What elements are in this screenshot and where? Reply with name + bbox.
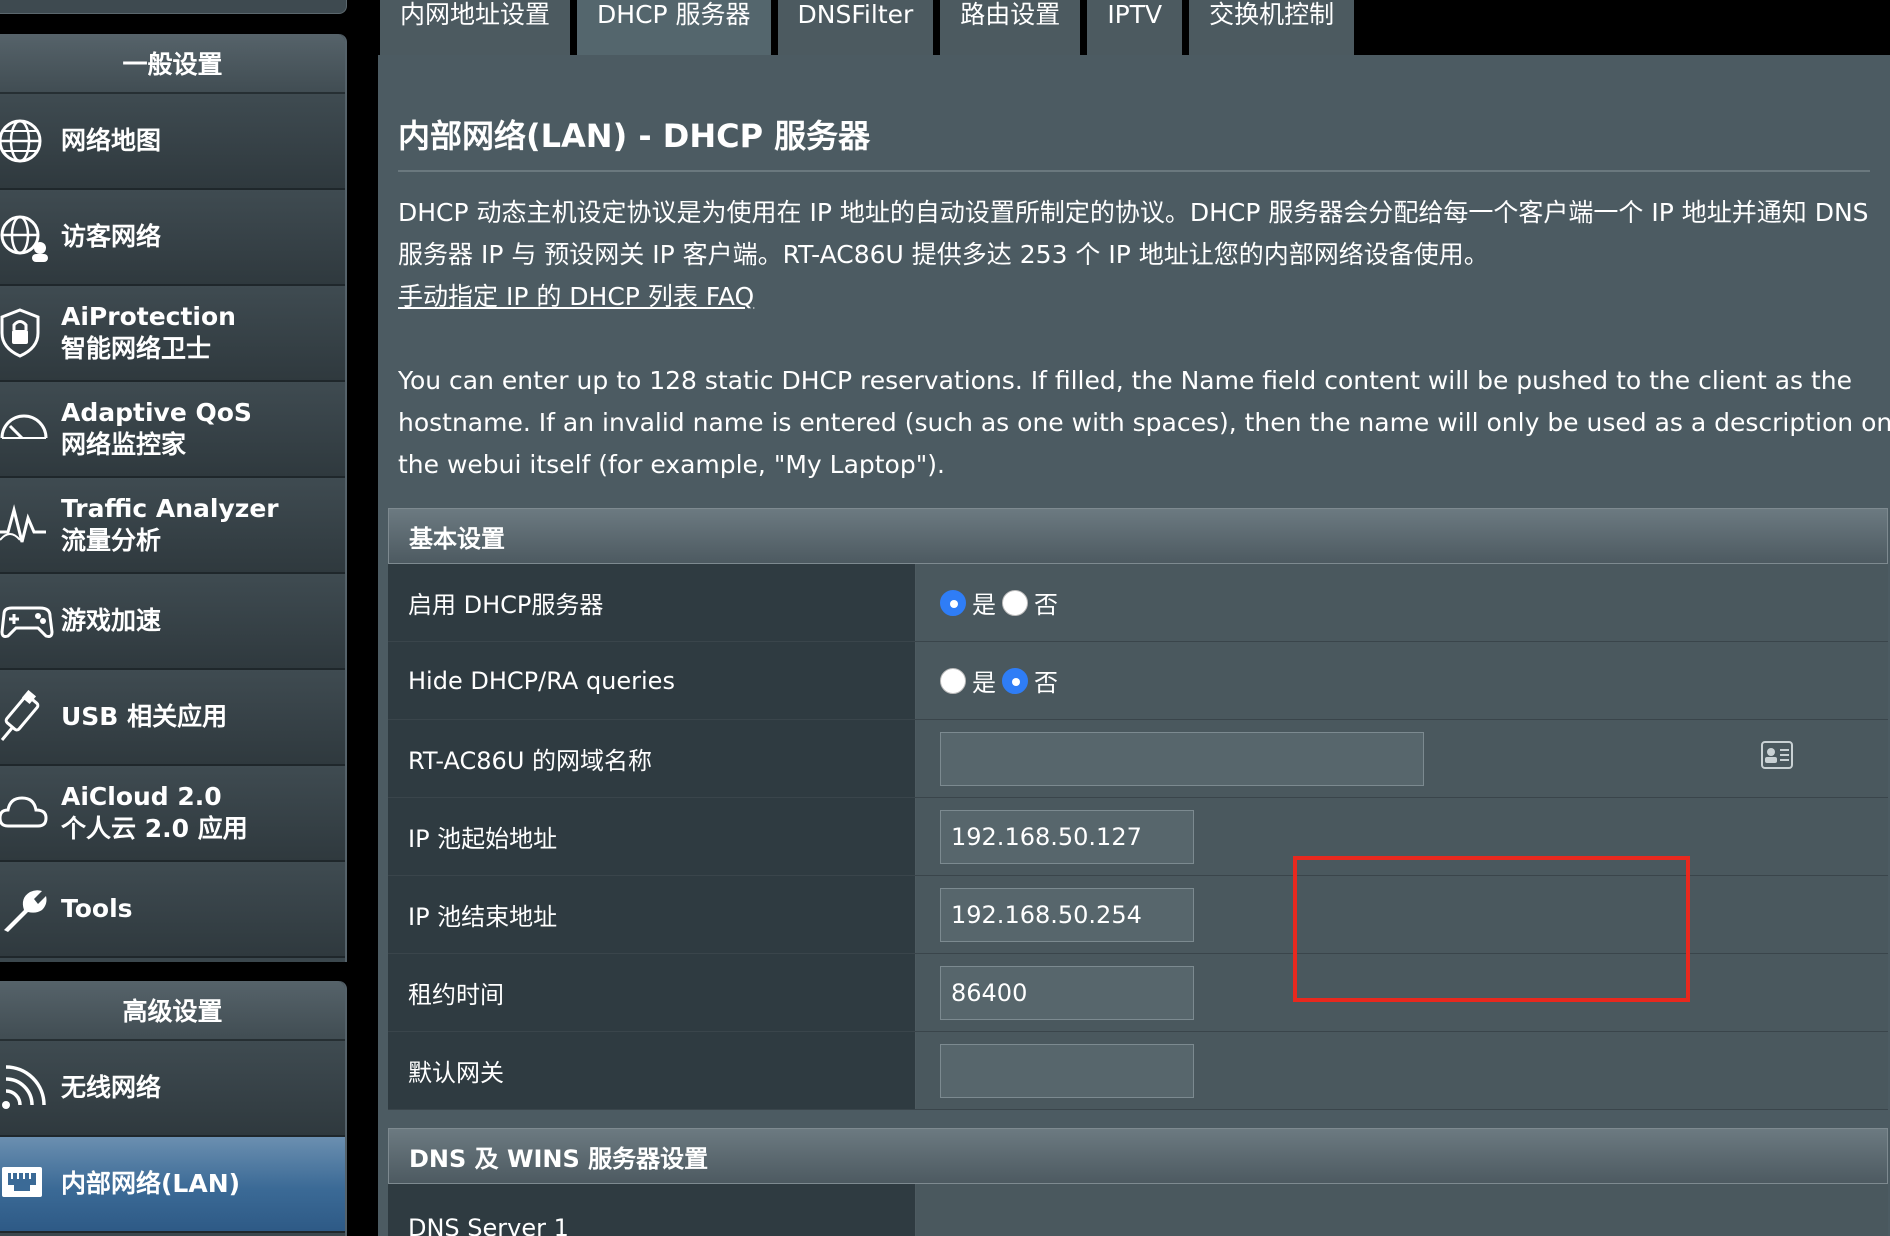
domain-name-input[interactable] (940, 731, 1424, 786)
advanced-settings-header: 高级设置 (0, 981, 345, 1041)
sidebar-item-aicloud[interactable]: AiCloud 2.0 个人云 2.0 应用 (0, 766, 345, 862)
enable-dhcp-yes-radio[interactable]: 是 (940, 585, 996, 620)
sidebar-item-game-boost[interactable]: 游戏加速 (0, 574, 345, 670)
general-settings-group: 一般设置 网络地图 访客网络 AiProtection 智能网络卫士 Adapt… (0, 34, 347, 962)
sidebar-item-label: 网络地图 (61, 126, 162, 155)
tab-route[interactable]: 路由设置 (940, 0, 1081, 55)
sidebar: 一般设置 网络地图 访客网络 AiProtection 智能网络卫士 Adapt… (0, 0, 347, 1236)
table-row: 租约时间 86400 (388, 954, 1888, 1032)
sidebar-item-sublabel: 网络监控家 (61, 430, 187, 459)
ip-pool-end-input[interactable]: 192.168.50.254 (940, 887, 1194, 942)
advanced-settings-group: 高级设置 无线网络 内部网络(LAN) (0, 981, 347, 1236)
wifi-icon (2, 1065, 46, 1109)
tab-bar: 内网地址设置 DHCP 服务器 DNSFilter 路由设置 IPTV 交换机控… (380, 0, 1355, 55)
shield-lock-icon (0, 308, 40, 358)
sidebar-item-traffic-analyzer[interactable]: Traffic Analyzer 流量分析 (0, 478, 345, 574)
sidebar-item-label: 无线网络 (61, 1073, 162, 1102)
table-row: RT-AC86U 的网域名称 (388, 720, 1888, 798)
radio-unselected[interactable] (940, 667, 966, 694)
sidebar-item-usb-apps[interactable]: USB 相关应用 (0, 670, 345, 766)
sidebar-item-label: 游戏加速 (61, 606, 162, 635)
tab-switch-control[interactable]: 交换机控制 (1189, 0, 1355, 55)
main-content: 内部网络(LAN) - DHCP 服务器 DHCP 动态主机设定协议是为使用在 … (378, 55, 1890, 1236)
traffic-wave-icon (0, 504, 46, 543)
sidebar-item-guest-network[interactable]: 访客网络 (0, 190, 345, 286)
table-row: DNS Server 1 (388, 1184, 1888, 1236)
radio-selected[interactable] (940, 589, 966, 616)
title-divider (398, 170, 1870, 172)
default-gateway-input[interactable] (940, 1043, 1194, 1098)
sidebar-item-label: 访客网络 (61, 222, 162, 251)
usb-icon (0, 690, 40, 741)
sidebar-item-label: Tools (61, 894, 133, 923)
radio-label: 否 (1034, 669, 1058, 697)
table-row: IP 池起始地址 192.168.50.127 (388, 798, 1888, 876)
sidebar-item-wireless[interactable]: 无线网络 (0, 1041, 345, 1137)
table-row: IP 池结束地址 192.168.50.254 (388, 876, 1888, 954)
domain-name-label: RT-AC86U 的网域名称 (388, 720, 916, 797)
table-row: Hide DHCP/RA queries 是 否 (388, 642, 1888, 720)
sidebar-item-label: Traffic Analyzer (61, 494, 279, 523)
gamepad-icon (0, 606, 54, 638)
sidebar-item-aiprotection[interactable]: AiProtection 智能网络卫士 (0, 286, 345, 382)
sidebar-item-lan[interactable]: 内部网络(LAN) (0, 1137, 345, 1233)
radio-label: 是 (972, 591, 996, 619)
lan-port-icon (2, 1167, 42, 1197)
ip-pool-start-label: IP 池起始地址 (388, 798, 916, 875)
tab-dhcp-server[interactable]: DHCP 服务器 (577, 0, 771, 55)
sidebar-item-tools[interactable]: Tools (0, 862, 345, 958)
radio-label: 否 (1034, 591, 1058, 619)
sidebar-item-sublabel: 流量分析 (61, 526, 162, 555)
sidebar-item-sublabel: 个人云 2.0 应用 (61, 814, 248, 843)
dns-server1-cell (916, 1184, 1888, 1236)
tab-dnsfilter[interactable]: DNSFilter (777, 0, 934, 55)
enable-dhcp-label: 启用 DHCP服务器 (388, 564, 916, 641)
wrench-icon (4, 890, 47, 932)
sidebar-item-label: 内部网络(LAN) (61, 1169, 241, 1198)
sidebar-item-sublabel: 智能网络卫士 (61, 334, 212, 363)
sidebar-item-network-map[interactable]: 网络地图 (0, 94, 345, 190)
sidebar-item-label: Adaptive QoS (61, 398, 252, 427)
table-row: 启用 DHCP服务器 是 否 (388, 564, 1888, 642)
contact-card-icon[interactable] (1761, 741, 1793, 769)
sidebar-item-adaptive-qos[interactable]: Adaptive QoS 网络监控家 (0, 382, 345, 478)
tab-iptv[interactable]: IPTV (1087, 0, 1183, 55)
default-gateway-label: 默认网关 (388, 1032, 916, 1109)
radio-selected[interactable] (1002, 667, 1028, 694)
speedometer-icon (0, 414, 48, 440)
ip-pool-start-input[interactable]: 192.168.50.127 (940, 809, 1194, 864)
ip-pool-end-label: IP 池结束地址 (388, 876, 916, 953)
basic-settings-table: 启用 DHCP服务器 是 否 Hide DHCP/RA queries 是 否 … (388, 564, 1888, 1110)
sidebar-item-label: USB 相关应用 (61, 702, 228, 731)
dns-server1-label: DNS Server 1 (388, 1184, 916, 1236)
guest-globe-icon (0, 215, 48, 262)
static-dhcp-note: You can enter up to 128 static DHCP rese… (398, 366, 1890, 479)
globe-icon (0, 119, 42, 163)
basic-settings-header: 基本设置 (388, 508, 1888, 564)
radio-label: 是 (972, 669, 996, 697)
enable-dhcp-no-radio[interactable]: 否 (1002, 585, 1058, 620)
lease-time-input[interactable]: 86400 (940, 965, 1194, 1020)
cloud-icon (0, 796, 48, 828)
dhcp-faq-link[interactable]: 手动指定 IP 的 DHCP 列表 FAQ (398, 277, 754, 313)
dns-wins-header: DNS 及 WINS 服务器设置 (388, 1128, 1888, 1184)
hide-dhcp-yes-radio[interactable]: 是 (940, 663, 996, 698)
sidebar-item-label: AiProtection (61, 302, 236, 331)
tab-lan-ip[interactable]: 内网地址设置 (380, 0, 571, 55)
sidebar-item-label: AiCloud 2.0 (61, 782, 222, 811)
lease-time-label: 租约时间 (388, 954, 916, 1031)
hide-dhcp-label: Hide DHCP/RA queries (388, 642, 916, 719)
general-settings-header: 一般设置 (0, 34, 345, 94)
page-title: 内部网络(LAN) - DHCP 服务器 (398, 117, 871, 155)
hide-dhcp-no-radio[interactable]: 否 (1002, 663, 1058, 698)
sidebar-top-edge (0, 0, 347, 14)
radio-unselected[interactable] (1002, 589, 1028, 616)
page-description: DHCP 动态主机设定协议是为使用在 IP 地址的自动设置所制定的协议。DHCP… (398, 198, 1869, 269)
table-row: 默认网关 (388, 1032, 1888, 1110)
